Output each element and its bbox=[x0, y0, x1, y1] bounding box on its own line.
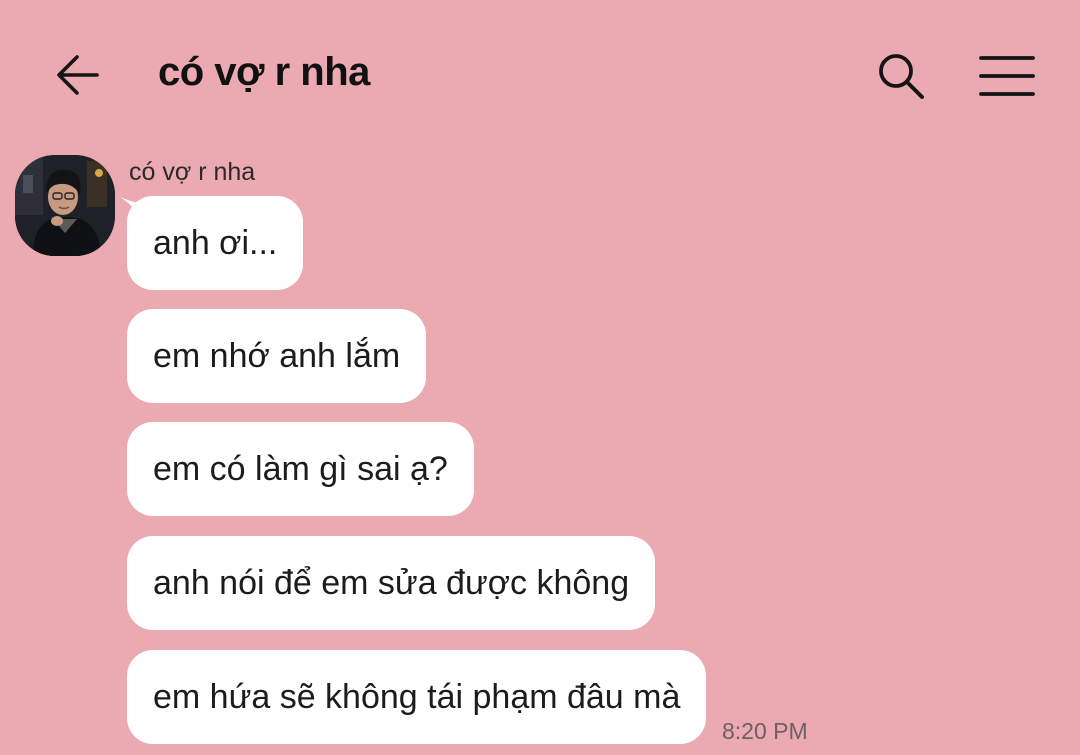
message-text: anh nói để em sửa được không bbox=[153, 563, 630, 602]
message-bubble[interactable]: em có làm gì sai ạ? bbox=[127, 422, 474, 516]
message-timestamp: 8:20 PM bbox=[722, 718, 808, 744]
message-bubble[interactable]: em hứa sẽ không tái phạm đâu mà bbox=[127, 650, 707, 744]
message-bubble[interactable]: anh ơi... bbox=[127, 196, 304, 290]
message-text: em có làm gì sai ạ? bbox=[153, 449, 448, 488]
search-icon bbox=[879, 54, 924, 99]
back-button[interactable] bbox=[46, 46, 108, 104]
message-bubble[interactable]: anh nói để em sửa được không bbox=[127, 536, 656, 630]
chat-header: có vợ r nha bbox=[0, 0, 1080, 150]
arrow-left-icon bbox=[57, 55, 99, 95]
message-text: anh ơi... bbox=[153, 223, 278, 262]
search-button[interactable] bbox=[870, 46, 934, 106]
message-text: em nhớ anh lắm bbox=[153, 336, 401, 375]
menu-button[interactable] bbox=[972, 46, 1042, 106]
profile-photo bbox=[15, 155, 115, 256]
message-bubble[interactable]: em nhớ anh lắm bbox=[127, 309, 427, 403]
avatar[interactable] bbox=[15, 155, 115, 256]
sender-name: có vợ r nha bbox=[129, 158, 256, 186]
message-text: em hứa sẽ không tái phạm đâu mà bbox=[153, 677, 681, 716]
chat-title: có vợ r nha bbox=[158, 50, 370, 94]
hamburger-menu-icon bbox=[979, 56, 1035, 96]
